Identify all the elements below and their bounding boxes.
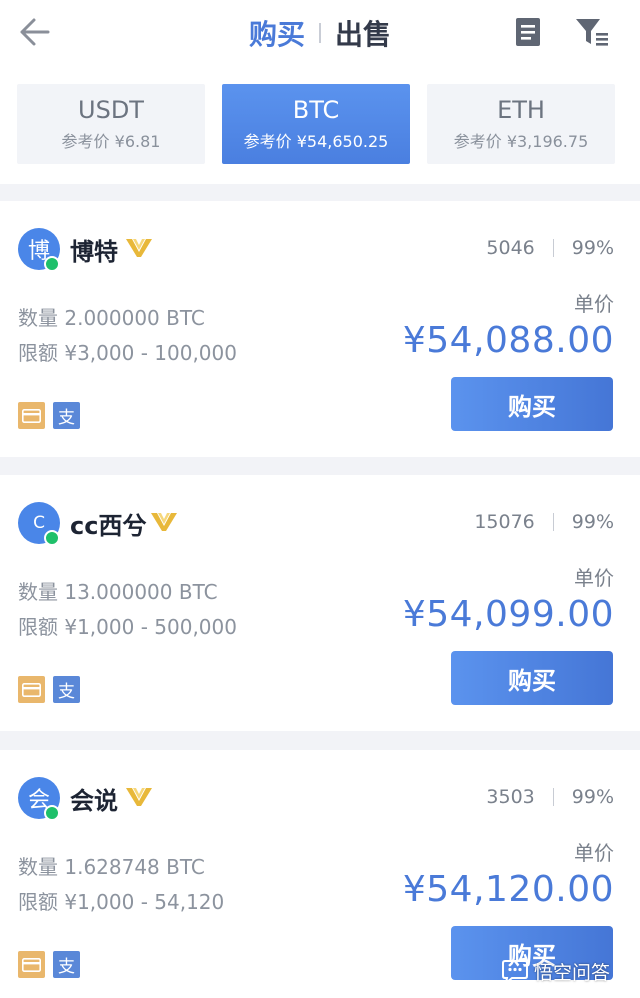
unit-price-label: 单价 [574, 566, 614, 590]
completion-rate: 99% [571, 511, 614, 533]
online-indicator [44, 256, 60, 272]
coin-name: USDT [78, 96, 144, 124]
merchant-name[interactable]: 博特 [70, 232, 118, 267]
tab-buy[interactable]: 购买 [235, 13, 319, 53]
coin-selector: USDT 参考价 ¥6.81 BTC 参考价 ¥54,650.25 ETH 参考… [0, 66, 640, 184]
bank-card-icon [18, 402, 45, 429]
tab-sell[interactable]: 出售 [321, 13, 405, 53]
coin-name: BTC [292, 96, 340, 124]
merchant-name[interactable]: 会说 [70, 781, 118, 816]
buy-button[interactable]: 购买 [451, 377, 613, 431]
unit-price: ¥54,120.00 [402, 869, 614, 910]
coin-reference-price: 参考价 ¥3,196.75 [453, 132, 589, 151]
back-button[interactable] [14, 12, 54, 52]
filter-icon [576, 19, 608, 46]
online-indicator [44, 530, 60, 546]
alipay-icon: 支 [53, 951, 80, 978]
watermark: 悟空问答 [500, 958, 610, 985]
quantity: 数量 1.628748 BTC [18, 855, 205, 879]
document-icon [516, 18, 540, 46]
watermark-text: 悟空问答 [534, 962, 611, 984]
merchant-stats: 5046 99% [486, 237, 614, 259]
unit-price: ¥54,088.00 [402, 320, 614, 361]
limit-range: 限额 ¥1,000 - 54,120 [18, 890, 225, 914]
unit-price-label: 单价 [574, 292, 614, 316]
order-count: 15076 [474, 511, 535, 533]
orders-button[interactable] [510, 14, 546, 50]
unit-price-label: 单价 [574, 841, 614, 865]
vip-badge-icon [126, 239, 152, 257]
limit-range: 限额 ¥3,000 - 100,000 [18, 341, 237, 365]
merchant-name[interactable]: cc西兮 [70, 506, 146, 541]
coin-name: ETH [497, 96, 545, 124]
vip-badge-icon [126, 788, 152, 806]
arrow-left-icon [20, 18, 50, 46]
listing-card: C cc西兮 15076 99% 数量 13.000000 BTC 限额 ¥1,… [0, 475, 640, 731]
listing-card: 博 博特 5046 99% 数量 2.000000 BTC 限额 ¥3,000 … [0, 201, 640, 457]
order-count: 5046 [486, 237, 535, 259]
alipay-icon: 支 [53, 402, 80, 429]
bank-card-icon [18, 676, 45, 703]
completion-rate: 99% [571, 786, 614, 808]
filter-button[interactable] [572, 14, 612, 50]
speech-bubble-icon [502, 959, 528, 985]
stats-divider [552, 513, 554, 531]
quantity: 数量 2.000000 BTC [18, 306, 205, 330]
coin-tab-btc[interactable]: BTC 参考价 ¥54,650.25 [222, 84, 410, 164]
stats-divider [552, 788, 554, 806]
coin-reference-price: 参考价 ¥6.81 [61, 132, 161, 151]
top-bar: 购买 出售 [0, 0, 640, 66]
limit-range: 限额 ¥1,000 - 500,000 [18, 615, 237, 639]
buy-button[interactable]: 购买 [451, 651, 613, 705]
merchant-stats: 15076 99% [474, 511, 614, 533]
coin-tab-eth[interactable]: ETH 参考价 ¥3,196.75 [427, 84, 615, 164]
unit-price: ¥54,099.00 [402, 594, 614, 635]
coin-reference-price: 参考价 ¥54,650.25 [243, 132, 389, 151]
coin-tab-usdt[interactable]: USDT 参考价 ¥6.81 [17, 84, 205, 164]
bank-card-icon [18, 951, 45, 978]
completion-rate: 99% [571, 237, 614, 259]
vip-badge-icon [151, 513, 177, 531]
merchant-stats: 3503 99% [486, 786, 614, 808]
quantity: 数量 13.000000 BTC [18, 580, 218, 604]
order-count: 3503 [486, 786, 535, 808]
online-indicator [44, 805, 60, 821]
alipay-icon: 支 [53, 676, 80, 703]
stats-divider [552, 239, 554, 257]
